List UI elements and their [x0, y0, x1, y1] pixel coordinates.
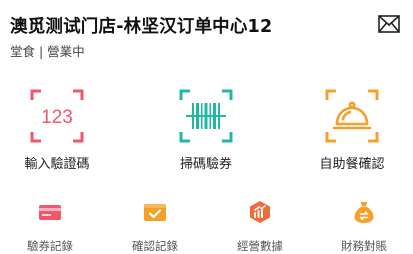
store-status: 堂食 | 營業中 [10, 44, 85, 59]
finance-reconcile-button[interactable]: 財務對賬 [314, 200, 413, 254]
code-entry-icon: 123 [30, 89, 84, 143]
enter-code-button[interactable]: 123 輸入驗證碼 [2, 88, 112, 174]
buffet-confirm-button[interactable]: 自助餐確認 [297, 88, 407, 174]
business-data-label: 經營數據 [237, 239, 283, 253]
barcode-scan-icon [179, 89, 233, 143]
confirm-record-label: 確認記錄 [132, 239, 178, 253]
business-data-icon [250, 201, 270, 223]
finance-reconcile-icon [354, 202, 374, 223]
mail-icon[interactable] [378, 15, 400, 33]
confirm-record-icon [144, 204, 166, 221]
business-data-button[interactable]: 經營數據 [210, 200, 310, 254]
voucher-record-button[interactable]: 驗券記錄 [0, 200, 100, 254]
voucher-record-label: 驗券記錄 [27, 239, 73, 253]
confirm-record-button[interactable]: 確認記錄 [105, 200, 205, 254]
code-entry-icon-text: 123 [41, 107, 73, 128]
enter-code-label: 輸入驗證碼 [24, 157, 90, 172]
scan-code-label: 掃碼驗券 [179, 157, 232, 172]
buffet-confirm-label: 自助餐確認 [319, 157, 385, 172]
voucher-record-icon [39, 205, 61, 220]
buffet-cloche-icon [325, 89, 379, 143]
finance-reconcile-label: 財務對賬 [341, 239, 387, 253]
scan-code-button[interactable]: 掃碼驗券 [151, 88, 261, 174]
store-name: 澳觅测试门店-林坚汉订单中心12 [10, 17, 273, 37]
